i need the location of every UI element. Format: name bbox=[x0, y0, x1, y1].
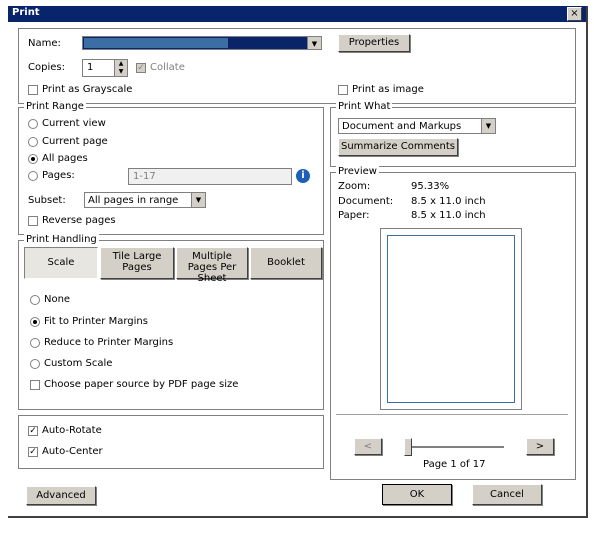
radio-fit-to-margins[interactable] bbox=[30, 317, 40, 327]
collate-checkbox[interactable]: ✓ bbox=[136, 63, 146, 73]
scale-button[interactable]: Scale bbox=[24, 247, 98, 279]
radio-current-page[interactable] bbox=[28, 137, 38, 147]
slider-thumb[interactable] bbox=[404, 438, 412, 456]
custom-scale-label: Custom Scale bbox=[44, 358, 113, 369]
cancel-button[interactable]: Cancel bbox=[472, 484, 542, 505]
multiple-pages-button[interactable]: Multiple Pages Per Sheet bbox=[176, 247, 248, 284]
all-pages-label: All pages bbox=[42, 153, 88, 164]
copies-stepper[interactable]: 1 ▲ ▼ bbox=[82, 59, 128, 77]
printer-name-dropdown[interactable]: ▼ bbox=[82, 36, 322, 50]
paper-value: 8.5 x 11.0 inch bbox=[411, 210, 486, 221]
scale-none-label: None bbox=[44, 294, 71, 305]
reverse-pages-label: Reverse pages bbox=[42, 215, 116, 226]
pages-input[interactable]: 1-17 bbox=[128, 168, 292, 185]
reduce-to-margins-label: Reduce to Printer Margins bbox=[44, 337, 174, 348]
copies-value: 1 bbox=[87, 62, 94, 73]
pages-label: Pages: bbox=[42, 170, 75, 181]
radio-scale-none[interactable] bbox=[30, 295, 40, 305]
print-as-image-label: Print as image bbox=[352, 84, 424, 95]
page-preview bbox=[380, 228, 522, 410]
radio-pages[interactable] bbox=[28, 171, 38, 181]
slider-track bbox=[404, 446, 504, 449]
grayscale-label: Print as Grayscale bbox=[42, 84, 133, 95]
paper-source-label: Choose paper source by PDF page size bbox=[44, 379, 239, 390]
auto-rotate-checkbox[interactable]: ✓ bbox=[28, 426, 38, 436]
paper-source-checkbox[interactable] bbox=[30, 380, 40, 390]
zoom-label: Zoom: bbox=[338, 181, 371, 192]
reverse-pages-checkbox[interactable] bbox=[28, 216, 38, 226]
paper-label: Paper: bbox=[338, 210, 370, 221]
print-what-dropdown[interactable]: Document and Markups ▼ bbox=[338, 118, 496, 134]
chevron-down-icon[interactable]: ▼ bbox=[481, 119, 495, 133]
booklet-button[interactable]: Booklet bbox=[250, 247, 322, 279]
radio-all-pages[interactable] bbox=[28, 154, 38, 164]
collate-label: Collate bbox=[150, 62, 185, 73]
auto-center-checkbox[interactable]: ✓ bbox=[28, 447, 38, 457]
page-indicator: Page 1 of 17 bbox=[423, 459, 486, 470]
advanced-button[interactable]: Advanced bbox=[26, 486, 96, 505]
print-handling-legend: Print Handling bbox=[24, 234, 99, 245]
next-page-button[interactable]: > bbox=[526, 438, 554, 455]
page-slider[interactable] bbox=[404, 438, 508, 456]
subset-value: All pages in range bbox=[88, 195, 179, 206]
zoom-value: 95.33% bbox=[411, 181, 450, 192]
radio-reduce-to-margins[interactable] bbox=[30, 338, 40, 348]
previous-page-button[interactable]: < bbox=[354, 438, 382, 455]
print-what-group bbox=[330, 107, 576, 167]
subset-dropdown[interactable]: All pages in range ▼ bbox=[84, 192, 206, 208]
tile-large-pages-button[interactable]: Tile Large Pages bbox=[100, 247, 174, 279]
print-range-legend: Print Range bbox=[24, 101, 86, 112]
window-title: Print bbox=[12, 7, 40, 18]
info-icon[interactable]: i bbox=[296, 169, 310, 183]
summarize-comments-button[interactable]: Summarize Comments bbox=[338, 138, 458, 156]
title-bar[interactable]: Print × bbox=[8, 6, 586, 22]
close-button[interactable]: × bbox=[567, 7, 582, 21]
pages-value: 1-17 bbox=[133, 171, 156, 182]
ok-button[interactable]: OK bbox=[382, 484, 452, 505]
name-label: Name: bbox=[28, 38, 61, 49]
current-page-label: Current page bbox=[42, 136, 108, 147]
copies-label: Copies: bbox=[28, 62, 65, 73]
radio-current-view[interactable] bbox=[28, 119, 38, 129]
document-value: 8.5 x 11.0 inch bbox=[411, 196, 486, 207]
print-what-value: Document and Markups bbox=[342, 121, 462, 132]
preview-legend: Preview bbox=[336, 166, 379, 177]
print-what-legend: Print What bbox=[336, 101, 393, 112]
chevron-down-icon[interactable]: ▼ bbox=[307, 37, 321, 49]
current-view-label: Current view bbox=[42, 118, 106, 129]
subset-label: Subset: bbox=[28, 195, 66, 206]
preview-divider bbox=[336, 414, 568, 415]
print-as-image-checkbox[interactable] bbox=[338, 85, 348, 95]
close-icon: × bbox=[570, 8, 579, 19]
auto-group bbox=[18, 415, 324, 469]
chevron-down-icon[interactable]: ▼ bbox=[191, 193, 205, 207]
properties-button[interactable]: Properties bbox=[338, 34, 410, 52]
auto-rotate-label: Auto-Rotate bbox=[42, 425, 102, 436]
print-dialog: Print × Name: ▼ Properties Copies: 1 ▲ ▼ … bbox=[8, 6, 588, 518]
stepper-arrows[interactable]: ▲ ▼ bbox=[114, 60, 127, 76]
grayscale-checkbox[interactable] bbox=[28, 85, 38, 95]
auto-center-label: Auto-Center bbox=[42, 446, 103, 457]
printer-name-selection bbox=[84, 38, 228, 48]
fit-to-margins-label: Fit to Printer Margins bbox=[44, 316, 148, 327]
page-preview-content bbox=[387, 235, 515, 403]
document-label: Document: bbox=[338, 196, 394, 207]
radio-custom-scale[interactable] bbox=[30, 359, 40, 369]
